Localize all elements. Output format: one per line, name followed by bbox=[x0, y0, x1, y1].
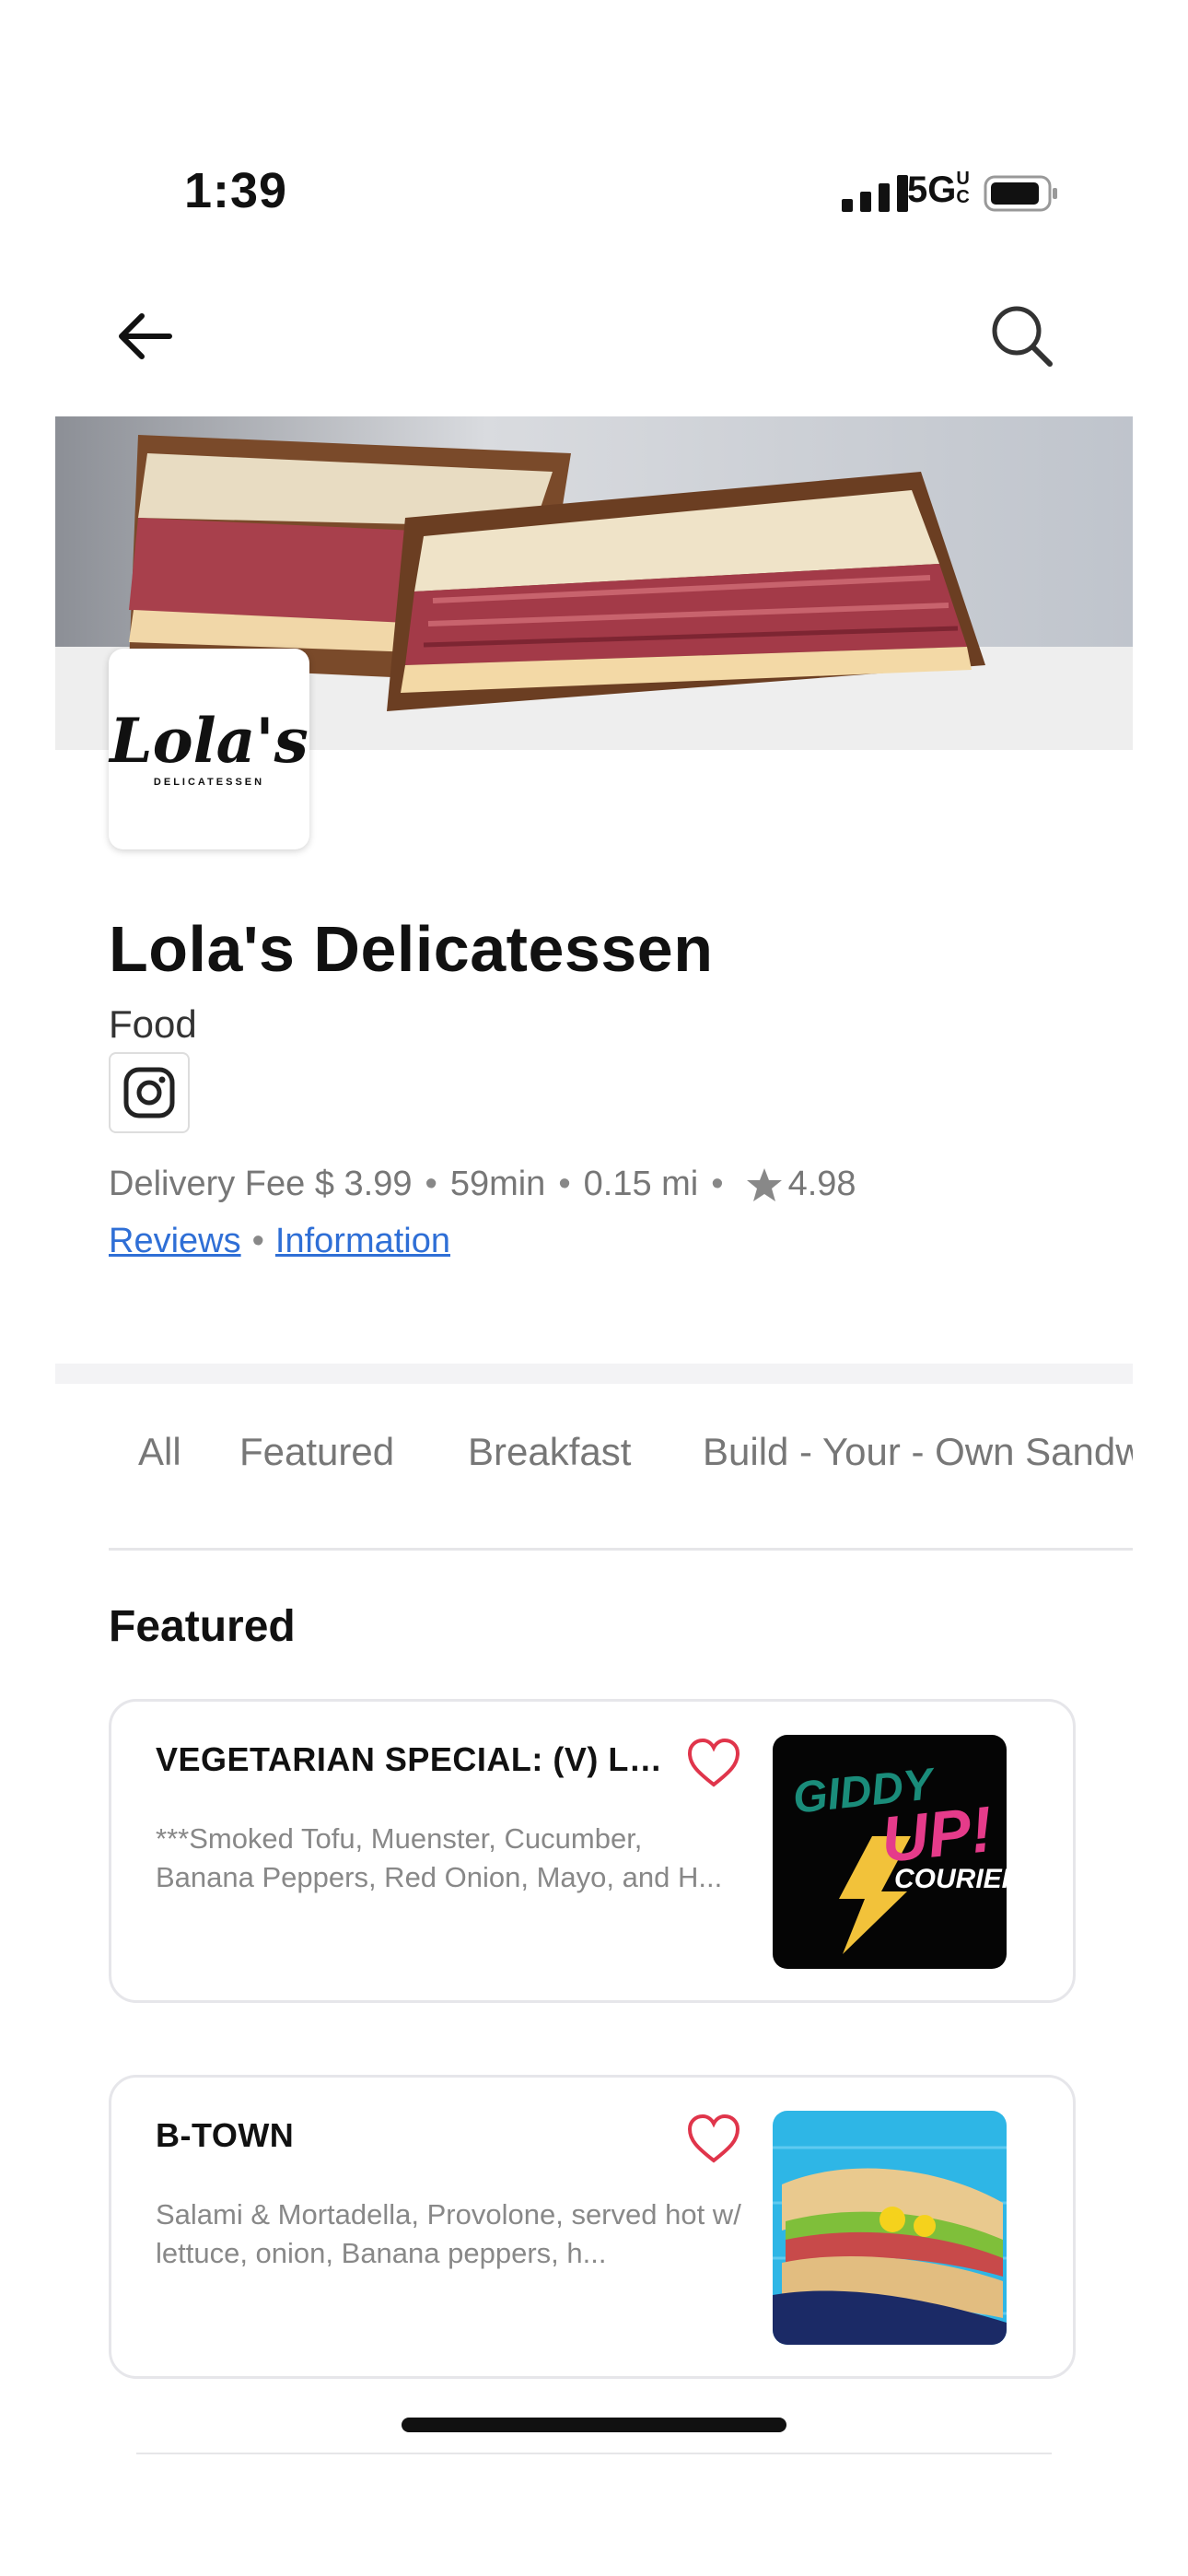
bottom-divider bbox=[136, 2453, 1052, 2454]
category-tabs: All Featured Breakfast Build - Your - Ow… bbox=[109, 1430, 1133, 1494]
heart-icon[interactable] bbox=[686, 1737, 741, 1788]
battery-icon bbox=[984, 175, 1057, 212]
store-rating: 4.98 bbox=[787, 1165, 856, 1203]
arrow-left-icon[interactable] bbox=[111, 299, 184, 373]
menu-item-card[interactable]: VEGETARIAN SPECIAL: (V) LEBH... ***Smoke… bbox=[109, 1699, 1076, 2003]
home-indicator bbox=[402, 2418, 786, 2432]
item-image bbox=[773, 2111, 1007, 2345]
store-links: Reviews • Information bbox=[109, 1222, 451, 1261]
store-name: Lola's Delicatessen bbox=[109, 913, 714, 985]
instagram-icon bbox=[123, 1067, 175, 1118]
section-divider bbox=[55, 1364, 1133, 1384]
store-logo: Lola's DELICATESSEN bbox=[109, 649, 309, 849]
search-icon[interactable] bbox=[985, 299, 1059, 373]
section-title: Featured bbox=[109, 1602, 296, 1651]
reviews-link[interactable]: Reviews bbox=[109, 1222, 241, 1261]
item-image: GIDDY UP! COURIER bbox=[773, 1735, 1007, 1969]
network-label: 5GUC bbox=[907, 169, 970, 210]
tab-build-your-own[interactable]: Build - Your - Own Sandwich bbox=[703, 1430, 1133, 1474]
item-title: VEGETARIAN SPECIAL: (V) LEBH... bbox=[156, 1740, 671, 1778]
store-category: Food bbox=[109, 1002, 197, 1046]
menu-item-card[interactable]: B-TOWN Salami & Mortadella, Provolone, s… bbox=[109, 2075, 1076, 2379]
delivery-eta: 59min bbox=[449, 1165, 546, 1203]
status-time: 1:39 bbox=[184, 163, 288, 218]
tab-breakfast[interactable]: Breakfast bbox=[468, 1430, 631, 1474]
item-title: B-TOWN bbox=[156, 2116, 295, 2154]
information-link[interactable]: Information bbox=[275, 1222, 450, 1261]
star-icon bbox=[746, 1167, 782, 1201]
tabs-underline bbox=[109, 1548, 1133, 1551]
store-distance: 0.15 mi bbox=[583, 1165, 699, 1203]
store-meta: Delivery Fee $ 3.99 • 59min • 0.15 mi • … bbox=[109, 1165, 856, 1203]
tab-all[interactable]: All bbox=[138, 1430, 181, 1474]
item-description: ***Smoked Tofu, Muenster, Cucumber, Bana… bbox=[156, 1822, 723, 1893]
signal-icon bbox=[842, 175, 908, 212]
delivery-fee: Delivery Fee $ 3.99 bbox=[109, 1165, 413, 1203]
tab-featured[interactable]: Featured bbox=[239, 1430, 394, 1474]
item-description: Salami & Mortadella, Provolone, served h… bbox=[156, 2198, 741, 2269]
heart-icon[interactable] bbox=[686, 2113, 741, 2164]
instagram-button[interactable] bbox=[109, 1052, 190, 1133]
